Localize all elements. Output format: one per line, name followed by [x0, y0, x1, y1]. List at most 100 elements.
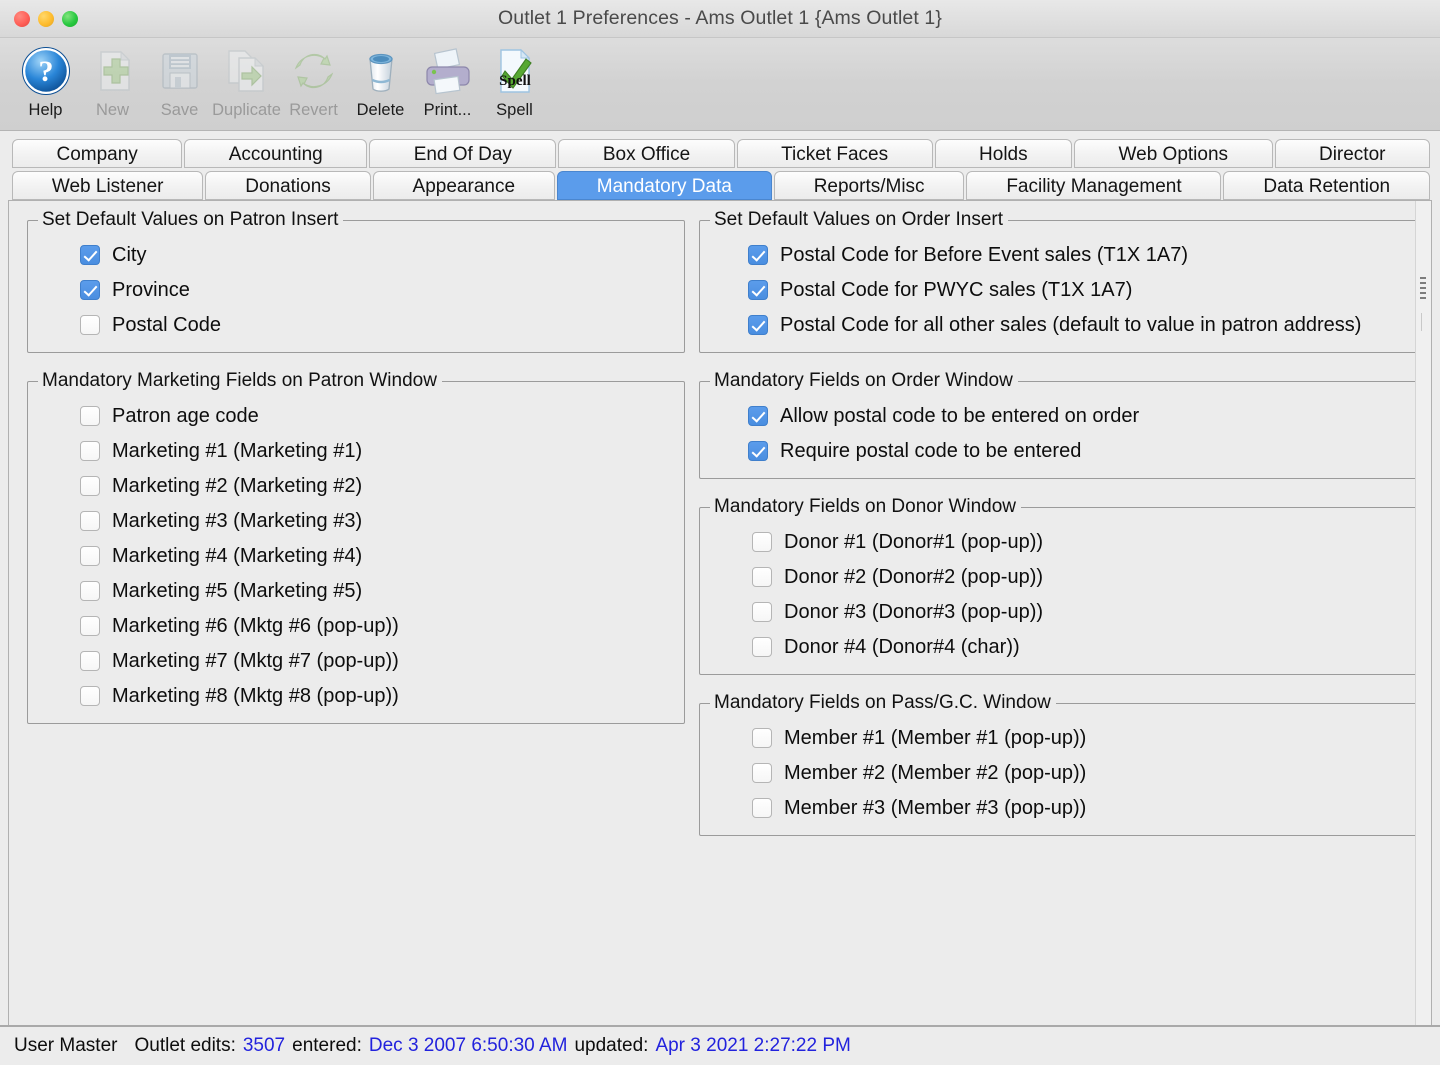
- close-button[interactable]: [14, 10, 30, 27]
- checkbox-label: Donor #4 (Donor#4 (char)): [784, 635, 1020, 658]
- checkbox-row-postal-before-event[interactable]: Postal Code for Before Event sales (T1X …: [708, 237, 1414, 272]
- checkbox-row-require-postal[interactable]: Require postal code to be entered: [708, 433, 1414, 468]
- toolbar-label: Duplicate: [212, 101, 281, 119]
- checkbox-marketing-7[interactable]: [80, 650, 100, 671]
- checkbox-row-marketing-8[interactable]: Marketing #8 (Mktg #8 (pop-up)): [36, 678, 676, 713]
- save-icon: [151, 42, 209, 100]
- maximize-button[interactable]: [62, 10, 78, 27]
- tab-web-listener[interactable]: Web Listener: [12, 171, 204, 200]
- checkbox-row-patron-age-code[interactable]: Patron age code: [36, 398, 676, 433]
- checkbox-row-allow-postal-on-order[interactable]: Allow postal code to be entered on order: [708, 398, 1414, 433]
- checkbox-member-2[interactable]: [752, 762, 772, 783]
- checkbox-row-donor-3[interactable]: Donor #3 (Donor#3 (pop-up)): [708, 594, 1414, 629]
- checkbox-label: Donor #1 (Donor#1 (pop-up)): [784, 530, 1044, 553]
- right-column: Set Default Values on Order Insert Posta…: [699, 209, 1423, 1025]
- toolbar-label: Save: [160, 101, 199, 119]
- checkbox-marketing-5[interactable]: [80, 580, 100, 601]
- checkbox-postal-other-sales[interactable]: [748, 314, 768, 335]
- tab-mandatory-data[interactable]: Mandatory Data: [556, 171, 772, 200]
- delete-icon: [352, 42, 410, 100]
- toolbar-label: Spell: [496, 101, 533, 119]
- checkbox-row-donor-1[interactable]: Donor #1 (Donor#1 (pop-up)): [708, 524, 1414, 559]
- checkbox-label: Marketing #1 (Marketing #1): [112, 439, 363, 462]
- print-icon: [419, 42, 477, 100]
- rail-divider: [1421, 313, 1422, 331]
- toolbar-button-print[interactable]: Print...: [414, 38, 481, 120]
- checkbox-patron-age-code[interactable]: [80, 405, 100, 426]
- tab-data-retention[interactable]: Data Retention: [1223, 171, 1430, 200]
- checkbox-marketing-2[interactable]: [80, 475, 100, 496]
- tab-holds[interactable]: Holds: [934, 139, 1073, 168]
- tab-web-options[interactable]: Web Options: [1074, 139, 1273, 168]
- checkbox-row-province[interactable]: Province: [36, 272, 676, 307]
- checkbox-row-member-2[interactable]: Member #2 (Member #2 (pop-up)): [708, 755, 1414, 790]
- toolbar-button-duplicate[interactable]: Duplicate: [212, 38, 281, 120]
- checkbox-row-member-3[interactable]: Member #3 (Member #3 (pop-up)): [708, 790, 1414, 825]
- checkbox-row-marketing-3[interactable]: Marketing #3 (Marketing #3): [36, 503, 676, 538]
- checkbox-postal-code[interactable]: [80, 314, 100, 335]
- tab-company[interactable]: Company: [12, 139, 183, 168]
- checkbox-row-donor-4[interactable]: Donor #4 (Donor#4 (char)): [708, 629, 1414, 664]
- toolbar-label: Help: [28, 101, 63, 119]
- checkbox-label: Allow postal code to be entered on order: [780, 404, 1140, 427]
- checkbox-label: Marketing #2 (Marketing #2): [112, 474, 363, 497]
- checkbox-marketing-8[interactable]: [80, 685, 100, 706]
- toolbar-button-save[interactable]: Save: [146, 38, 213, 120]
- tab-donations[interactable]: Donations: [205, 171, 371, 200]
- toolbar-button-help[interactable]: ? Help: [12, 38, 79, 120]
- checkbox-member-1[interactable]: [752, 727, 772, 748]
- checkbox-label: Donor #3 (Donor#3 (pop-up)): [784, 600, 1044, 623]
- checkbox-postal-before-event[interactable]: [748, 244, 768, 265]
- resize-grip-icon[interactable]: [1420, 277, 1426, 299]
- toolbar: ? Help New Save Duplicate Revert Delete …: [0, 38, 1440, 131]
- minimize-button[interactable]: [38, 10, 54, 27]
- group-order-insert: Set Default Values on Order Insert Posta…: [699, 209, 1423, 353]
- checkbox-label: Marketing #7 (Mktg #7 (pop-up)): [112, 649, 399, 672]
- checkbox-row-donor-2[interactable]: Donor #2 (Donor#2 (pop-up)): [708, 559, 1414, 594]
- checkbox-require-postal[interactable]: [748, 440, 768, 461]
- tab-accounting[interactable]: Accounting: [184, 139, 368, 168]
- window-controls: [14, 10, 78, 27]
- checkbox-row-marketing-1[interactable]: Marketing #1 (Marketing #1): [36, 433, 676, 468]
- checkbox-row-city[interactable]: City: [36, 237, 676, 272]
- status-entered-label: entered:: [292, 1035, 362, 1056]
- checkbox-member-3[interactable]: [752, 797, 772, 818]
- tab-facility-management[interactable]: Facility Management: [966, 171, 1222, 200]
- tab-reports-misc[interactable]: Reports/Misc: [773, 171, 965, 200]
- checkbox-row-postal-pwyc[interactable]: Postal Code for PWYC sales (T1X 1A7): [708, 272, 1414, 307]
- mandatory-data-panel: Set Default Values on Patron Insert City…: [8, 200, 1432, 1025]
- toolbar-button-new[interactable]: New: [79, 38, 146, 120]
- checkbox-province[interactable]: [80, 279, 100, 300]
- tab-ticket-faces[interactable]: Ticket Faces: [736, 139, 933, 168]
- checkbox-allow-postal-on-order[interactable]: [748, 405, 768, 426]
- checkbox-row-marketing-7[interactable]: Marketing #7 (Mktg #7 (pop-up)): [36, 643, 676, 678]
- toolbar-button-delete[interactable]: Delete: [347, 38, 414, 120]
- checkbox-row-marketing-5[interactable]: Marketing #5 (Marketing #5): [36, 573, 676, 608]
- tab-box-office[interactable]: Box Office: [558, 139, 735, 168]
- checkbox-marketing-4[interactable]: [80, 545, 100, 566]
- group-legend: Mandatory Fields on Pass/G.C. Window: [714, 692, 1051, 713]
- checkbox-row-member-1[interactable]: Member #1 (Member #1 (pop-up)): [708, 720, 1414, 755]
- tab-appearance[interactable]: Appearance: [372, 171, 555, 200]
- checkbox-marketing-1[interactable]: [80, 440, 100, 461]
- checkbox-row-marketing-4[interactable]: Marketing #4 (Marketing #4): [36, 538, 676, 573]
- tab-end-of-day[interactable]: End Of Day: [369, 139, 557, 168]
- checkbox-row-marketing-6[interactable]: Marketing #6 (Mktg #6 (pop-up)): [36, 608, 676, 643]
- checkbox-label: Postal Code for all other sales (default…: [780, 313, 1362, 336]
- panel-scroll-rail[interactable]: [1415, 201, 1431, 1025]
- checkbox-row-marketing-2[interactable]: Marketing #2 (Marketing #2): [36, 468, 676, 503]
- checkbox-city[interactable]: [80, 244, 100, 265]
- tab-row-2: Web Listener Donations Appearance Mandat…: [12, 169, 1430, 200]
- checkbox-donor-2[interactable]: [752, 566, 772, 587]
- checkbox-postal-pwyc[interactable]: [748, 279, 768, 300]
- toolbar-button-revert[interactable]: Revert: [280, 38, 347, 120]
- checkbox-marketing-3[interactable]: [80, 510, 100, 531]
- checkbox-donor-3[interactable]: [752, 601, 772, 622]
- checkbox-row-postal-code[interactable]: Postal Code: [36, 307, 676, 342]
- checkbox-donor-4[interactable]: [752, 636, 772, 657]
- toolbar-button-spell[interactable]: Spell Spell: [481, 38, 548, 120]
- checkbox-donor-1[interactable]: [752, 531, 772, 552]
- checkbox-row-postal-other-sales[interactable]: Postal Code for all other sales (default…: [708, 307, 1414, 342]
- tab-director[interactable]: Director: [1274, 139, 1430, 168]
- checkbox-marketing-6[interactable]: [80, 615, 100, 636]
